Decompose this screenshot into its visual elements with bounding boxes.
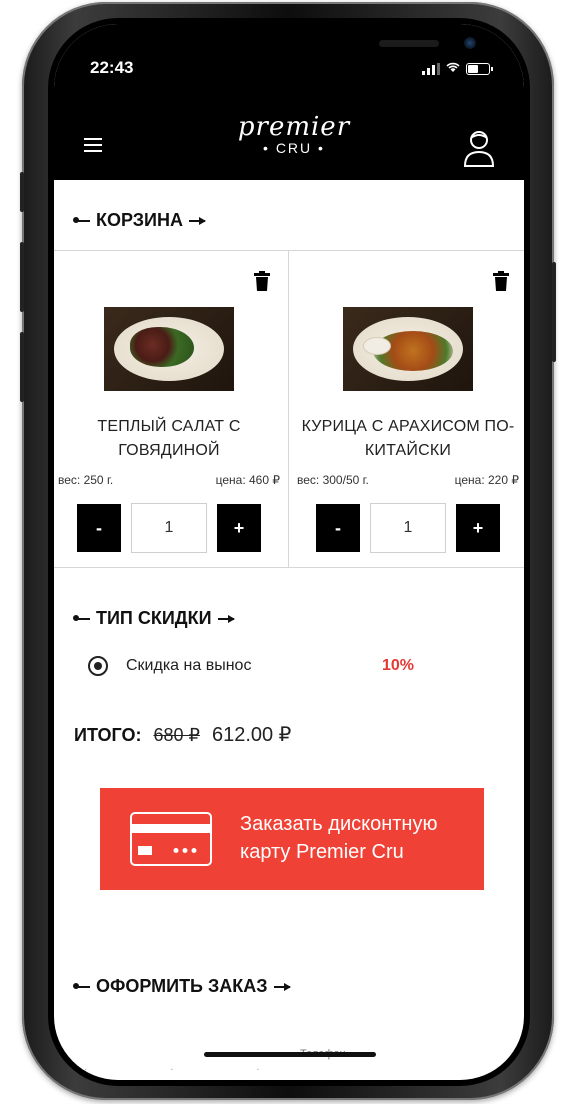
increase-button[interactable]: + — [456, 504, 500, 552]
status-time: 22:43 — [90, 58, 134, 77]
cart-item: КУРИЦА С АРАХИСОМ ПО-КИТАЙСКИ вес: 300/5… — [289, 251, 524, 567]
discount-percent: 10% — [382, 657, 415, 674]
trash-icon[interactable] — [254, 271, 270, 291]
mute-switch — [20, 172, 24, 212]
discount-title-text: ТИП СКИДКИ — [96, 608, 212, 628]
cart-title: КОРЗИНА — [73, 210, 206, 231]
user-icon[interactable] — [462, 128, 496, 168]
front-camera — [464, 37, 476, 49]
cart-title-text: КОРЗИНА — [96, 210, 183, 230]
arrow-left-icon — [73, 982, 90, 989]
promo-text: Заказать дисконтную карту Premier Cru — [240, 810, 484, 866]
arrow-left-icon — [73, 614, 90, 621]
power-button — [552, 262, 556, 362]
trash-icon[interactable] — [493, 271, 509, 291]
discount-label: Скидка на вынос — [126, 657, 252, 674]
volume-up-button — [20, 242, 24, 312]
arrow-left-icon — [73, 216, 90, 223]
dish-name: ТЕПЛЫЙ САЛАТ С ГОВЯДИНОЙ — [97, 418, 241, 459]
arrow-right-icon — [217, 614, 235, 623]
app-header: 22:43 premier • CRU • — [54, 24, 524, 180]
dish-image — [343, 307, 473, 391]
status-icons — [422, 62, 493, 75]
arrow-right-icon — [273, 982, 291, 991]
notch — [174, 24, 476, 76]
discount-title: ТИП СКИДКИ — [73, 608, 235, 629]
menu-icon[interactable] — [84, 138, 102, 152]
promo-line-2: карту Premier Cru — [240, 841, 404, 863]
checkout-title: ОФОРМИТЬ ЗАКАЗ — [73, 976, 291, 997]
dish-price: цена: 220 ₽ — [454, 473, 519, 487]
discount-radio[interactable] — [88, 656, 108, 676]
app-screen: 22:43 premier • CRU • КОРЗИНА ТЕПЛЫЙ САЛ… — [54, 24, 524, 1080]
discount-option[interactable]: Скидка на вынос 10% — [88, 654, 488, 678]
checkout-title-text: ОФОРМИТЬ ЗАКАЗ — [96, 976, 268, 996]
field-placeholder-dots: · · · — [84, 1064, 300, 1075]
battery-icon — [466, 62, 493, 75]
dish-weight: вес: 300/50 г. — [297, 473, 369, 487]
dish-price: цена: 460 ₽ — [215, 473, 280, 487]
discount-card-banner[interactable]: Заказать дисконтную карту Premier Cru — [100, 788, 484, 890]
decrease-button[interactable]: - — [77, 504, 121, 552]
promo-line-1: Заказать дисконтную — [240, 813, 438, 835]
new-price: 612.00 ₽ — [211, 724, 292, 746]
quantity-input[interactable] — [131, 503, 207, 553]
phone-bezel: 22:43 premier • CRU • КОРЗИНА ТЕПЛЫЙ САЛ… — [48, 18, 530, 1086]
phone-frame: 22:43 premier • CRU • КОРЗИНА ТЕПЛЫЙ САЛ… — [20, 2, 556, 1100]
cart-item: ТЕПЛЫЙ САЛАТ С ГОВЯДИНОЙ вес: 250 г. цен… — [54, 251, 289, 567]
quantity-stepper: - + — [289, 503, 524, 553]
dish-weight: вес: 250 г. — [58, 473, 114, 487]
old-price: 680 ₽ — [153, 725, 200, 745]
logo-subtitle: • CRU • — [263, 140, 325, 156]
speaker-grille — [379, 40, 439, 47]
quantity-input[interactable] — [370, 503, 446, 553]
home-indicator[interactable] — [204, 1052, 376, 1057]
total-label: ИТОГО: — [74, 725, 142, 745]
signal-icon — [422, 62, 440, 75]
dish-name: КУРИЦА С АРАХИСОМ ПО-КИТАЙСКИ — [301, 418, 515, 459]
increase-button[interactable]: + — [217, 504, 261, 552]
wifi-icon — [446, 62, 460, 75]
dish-image — [104, 307, 234, 391]
arrow-right-icon — [188, 216, 206, 225]
volume-down-button — [20, 332, 24, 402]
total-row: ИТОГО: 680 ₽ 612.00 ₽ — [74, 722, 291, 747]
dish-meta: вес: 250 г. цена: 460 ₽ — [58, 473, 280, 487]
cart-list: ТЕПЛЫЙ САЛАТ С ГОВЯДИНОЙ вес: 250 г. цен… — [54, 250, 524, 568]
logo-script: premier — [237, 112, 351, 142]
logo[interactable]: premier • CRU • — [204, 112, 384, 172]
credit-card-icon — [130, 812, 212, 866]
dish-meta: вес: 300/50 г. цена: 220 ₽ — [297, 473, 519, 487]
quantity-stepper: - + — [54, 503, 288, 553]
decrease-button[interactable]: - — [316, 504, 360, 552]
